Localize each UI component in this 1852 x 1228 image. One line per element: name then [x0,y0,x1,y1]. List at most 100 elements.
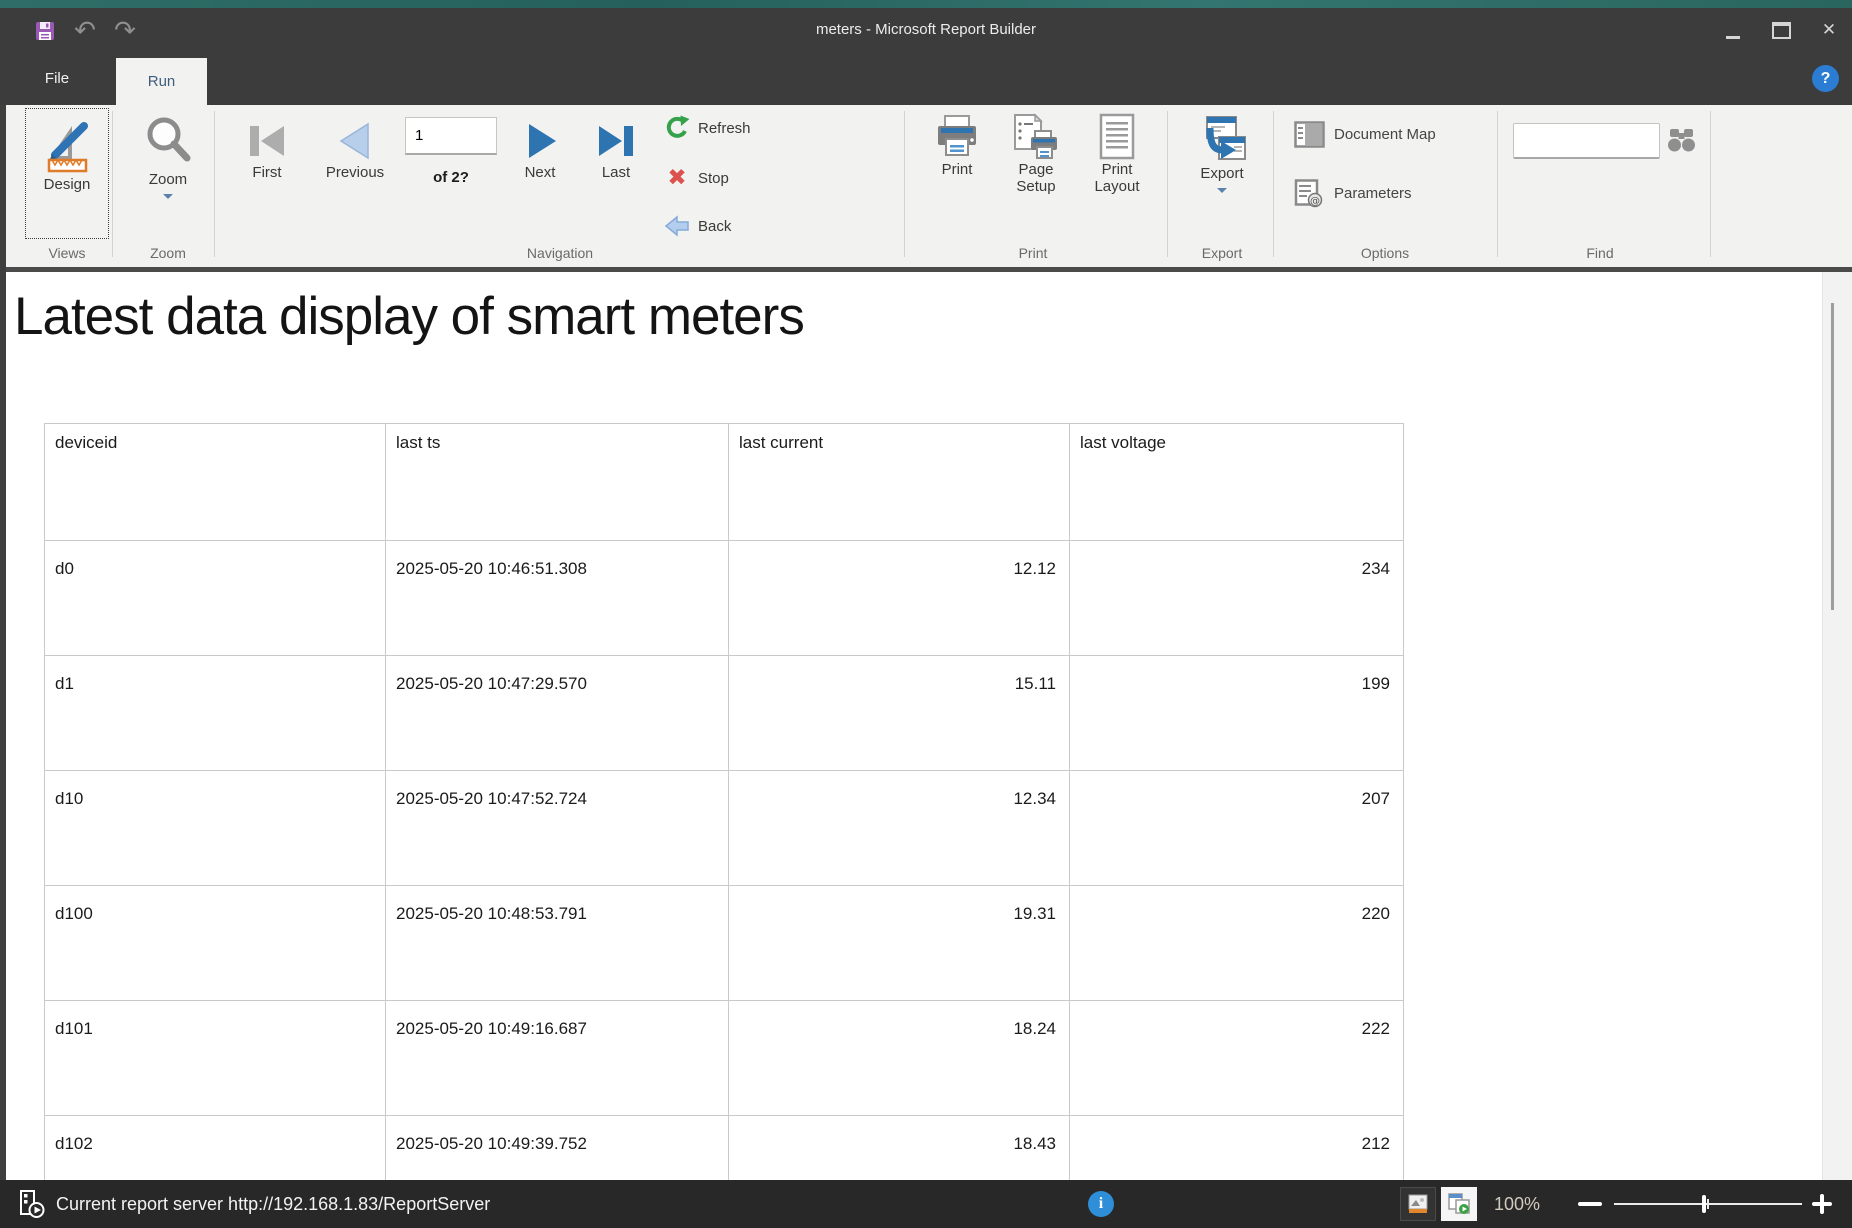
previous-label: Previous [326,164,384,181]
stop-label: Stop [698,170,729,187]
group-label-export: Export [1186,245,1258,263]
print-layout-label-2: Layout [1094,178,1139,195]
close-icon: ✕ [1822,20,1836,40]
titlebar: ↶ ↷ meters - Microsoft Report Builder ✕ [0,8,1852,52]
column-header: last ts [386,424,729,541]
tab-file[interactable]: File [18,52,96,105]
group-label-navigation: Navigation [440,245,680,263]
next-page-icon [517,118,563,164]
table-cell: 234 [1070,541,1404,656]
design-view-button[interactable]: Design [25,108,109,239]
table-cell: 199 [1070,656,1404,771]
minimize-icon [1726,36,1740,39]
refresh-label: Refresh [698,120,751,137]
close-button[interactable]: ✕ [1812,8,1846,52]
first-page-icon [244,118,290,164]
page-number-input[interactable] [406,118,505,153]
previous-page-button[interactable]: Previous [316,118,394,181]
page-setup-icon [1010,113,1062,161]
design-icon [40,114,94,176]
report-viewport: Latest data display of smart meters devi… [6,272,1822,1180]
refresh-icon [664,115,690,141]
group-label-zoom: Zoom [133,245,203,263]
table-cell: 2025-05-20 10:46:51.308 [386,541,729,656]
table-cell: 15.11 [729,656,1070,771]
export-button[interactable]: Export [1186,113,1258,193]
table-cell: 2025-05-20 10:47:29.570 [386,656,729,771]
group-separator [904,111,905,257]
stop-button[interactable]: ✖ Stop [664,165,729,191]
tab-run[interactable]: Run [116,58,207,105]
table-row: d1012025-05-20 10:49:16.68718.24222 [45,1001,1404,1116]
print-icon [931,113,983,161]
export-icon [1196,113,1248,165]
table-cell: 222 [1070,1001,1404,1116]
export-dropdown-icon [1217,188,1227,193]
print-button[interactable]: Print [922,113,992,178]
print-layout-button[interactable]: Print Layout [1080,113,1154,195]
group-separator [214,111,215,257]
scrollbar-thumb[interactable] [1831,303,1834,610]
column-header: deviceid [45,424,386,541]
table-row: d1002025-05-20 10:48:53.79119.31220 [45,886,1404,1001]
find-textbox [1513,123,1660,159]
report-server-text: Current report server http://192.168.1.8… [56,1180,490,1228]
refresh-button[interactable]: Refresh [664,115,751,141]
table-row: d02025-05-20 10:46:51.30812.12234 [45,541,1404,656]
vertical-scrollbar[interactable] [1822,272,1852,1180]
table-cell: 207 [1070,771,1404,886]
help-button[interactable]: ? [1812,65,1839,92]
column-header: last voltage [1070,424,1404,541]
next-page-button[interactable]: Next [512,118,568,181]
print-layout-label-1: Print [1102,161,1133,178]
zoom-button[interactable]: Zoom [133,113,203,199]
maximize-icon [1772,22,1791,39]
table-cell: 220 [1070,886,1404,1001]
page-setup-button[interactable]: Page Setup [998,113,1074,195]
parameters-button[interactable]: @ Parameters [1294,179,1412,208]
binoculars-icon [1666,127,1697,154]
table-cell: 2025-05-20 10:47:52.724 [386,771,729,886]
group-separator [1497,111,1498,257]
zoom-percent: 100% [1494,1180,1540,1228]
window-title: meters - Microsoft Report Builder [0,8,1852,52]
page-setup-label-1: Page [1018,161,1053,178]
page-setup-label-2: Setup [1016,178,1055,195]
report-table: deviceidlast tslast currentlast voltaged… [44,423,1404,1180]
table-cell: d102 [45,1116,386,1180]
table-cell: 12.34 [729,771,1070,886]
group-label-views: Views [25,245,109,263]
group-label-options: Options [1300,245,1470,263]
back-icon [664,213,690,239]
last-page-button[interactable]: Last [588,118,644,181]
next-label: Next [525,164,556,181]
zoom-icon [142,113,194,171]
table-cell: d0 [45,541,386,656]
page-count-label: of 2? [399,169,503,186]
previous-page-icon [332,118,378,164]
parameters-label: Parameters [1334,185,1412,202]
zoom-out-button[interactable] [1578,1202,1602,1206]
table-cell: 212 [1070,1116,1404,1180]
svg-text:@: @ [1310,196,1320,207]
table-cell: 2025-05-20 10:49:16.687 [386,1001,729,1116]
export-label: Export [1200,165,1243,182]
table-cell: 18.24 [729,1001,1070,1116]
table-cell: 2025-05-20 10:49:39.752 [386,1116,729,1180]
group-separator [1167,111,1168,257]
table-cell: d101 [45,1001,386,1116]
maximize-button[interactable] [1764,8,1798,52]
first-page-button[interactable]: First [238,118,296,181]
info-icon[interactable]: i [1088,1191,1114,1217]
back-button[interactable]: Back [664,213,731,239]
run-view-toggle[interactable] [1441,1187,1477,1221]
minimize-button[interactable] [1716,8,1750,52]
zoom-in-icon [1820,1194,1824,1214]
last-page-icon [593,118,639,164]
design-view-toggle[interactable] [1400,1187,1436,1221]
find-input[interactable] [1514,124,1675,157]
zoom-slider-handle[interactable] [1702,1195,1706,1213]
find-button[interactable] [1666,127,1697,159]
document-map-button[interactable]: Document Map [1294,121,1436,148]
column-header: last current [729,424,1070,541]
